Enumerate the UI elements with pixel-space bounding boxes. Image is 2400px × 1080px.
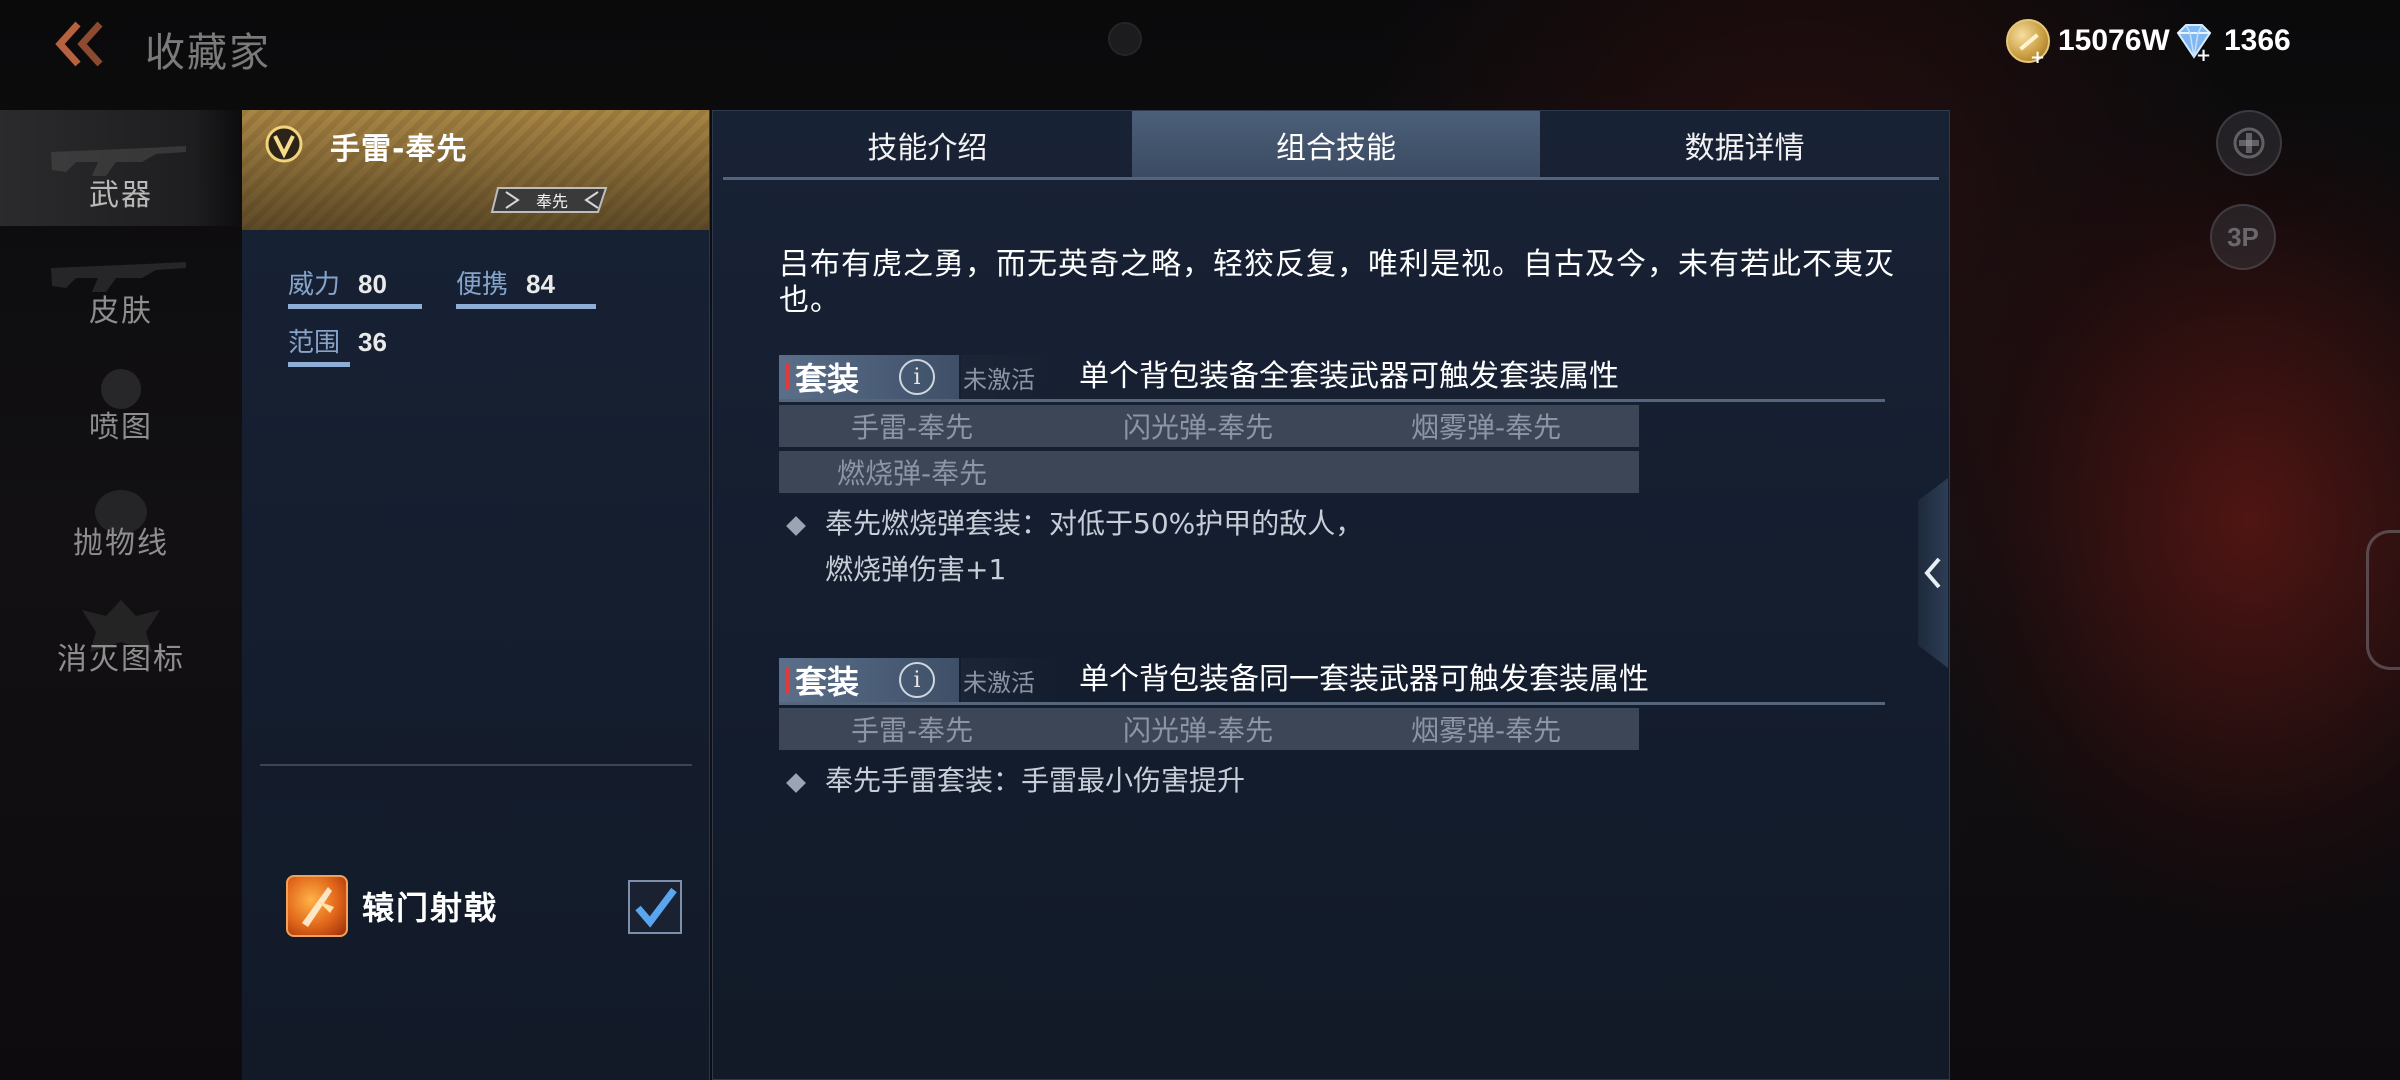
view-button-label: 3P bbox=[2227, 221, 2259, 252]
stat-label: 威力 bbox=[288, 270, 341, 300]
set-member: 手雷-奉先 bbox=[851, 714, 974, 747]
member-row: 燃烧弹-奉先 bbox=[779, 451, 1639, 493]
stat-value: 36 bbox=[358, 327, 387, 357]
stat-value: 84 bbox=[526, 269, 555, 299]
third-person-view-button[interactable]: 3P bbox=[2210, 204, 2276, 270]
set-tag-mark bbox=[785, 667, 789, 693]
weapon-name: 手雷-奉先 bbox=[330, 132, 468, 167]
set-members: 手雷-奉先 闪光弹-奉先 烟雾弹-奉先 bbox=[779, 708, 1639, 750]
bullet-diamond-icon bbox=[786, 516, 806, 536]
set-header: 套装 i 未激活 单个背包装备全套装武器可触发套装属性 bbox=[779, 355, 1885, 402]
category-weapon[interactable]: 武器 bbox=[0, 110, 242, 226]
center-dot-icon bbox=[1108, 22, 1142, 56]
set-status: 未激活 bbox=[961, 658, 1061, 702]
trait-row[interactable]: 辕门射戟 bbox=[286, 874, 682, 938]
set-status: 未激活 bbox=[961, 355, 1061, 399]
set-member: 烟雾弹-奉先 bbox=[1411, 714, 1562, 747]
dpad-icon bbox=[2233, 127, 2265, 159]
set-member: 烟雾弹-奉先 bbox=[1411, 411, 1562, 444]
weapon-header: 手雷-奉先 奉先 bbox=[242, 110, 709, 230]
checkmark-icon bbox=[635, 887, 677, 928]
category-kill-icon[interactable]: 消灭图标 bbox=[0, 574, 242, 690]
collapse-panel-tab[interactable] bbox=[1918, 478, 1948, 668]
set-rule: 单个背包装备全套装武器可触发套装属性 bbox=[1079, 359, 1619, 394]
category-label: 喷图 bbox=[89, 410, 153, 445]
stat-power: 威力 80 bbox=[288, 264, 422, 309]
category-skin[interactable]: 皮肤 bbox=[0, 226, 242, 342]
member-row: 手雷-奉先 闪光弹-奉先 烟雾弹-奉先 bbox=[779, 405, 1639, 447]
rotate-view-button[interactable] bbox=[2216, 110, 2282, 176]
info-icon[interactable]: i bbox=[899, 359, 935, 395]
category-trajectory[interactable]: 抛物线 bbox=[0, 458, 242, 574]
tab-combo-skill[interactable]: 组合技能 bbox=[1131, 111, 1541, 179]
stat-label: 范围 bbox=[288, 328, 341, 358]
set-divider bbox=[779, 702, 1885, 705]
diamond-icon: + bbox=[2176, 24, 2212, 63]
set-tag-label: 套装 bbox=[795, 360, 860, 398]
chevron-left-icon bbox=[1924, 557, 1941, 589]
edge-handle[interactable] bbox=[2366, 530, 2400, 670]
stat-range: 范围 36 bbox=[288, 322, 387, 367]
set-rule: 单个背包装备同一套装武器可触发套装属性 bbox=[1079, 662, 1649, 697]
set-member: 闪光弹-奉先 bbox=[1123, 411, 1274, 444]
tab-bar: 技能介绍 组合技能 数据详情 bbox=[723, 111, 1949, 179]
set-effect: 奉先手雷套装：手雷最小伤害提升 bbox=[779, 764, 1885, 810]
stat-value: 80 bbox=[358, 269, 387, 299]
set-tag-mark bbox=[785, 364, 789, 390]
category-label: 武器 bbox=[89, 178, 153, 213]
tab-underline bbox=[723, 177, 1939, 180]
gold-currency[interactable]: + 15076W bbox=[2006, 18, 2170, 68]
gold-amount: 15076W bbox=[2058, 24, 2170, 57]
lore-description: 吕布有虎之勇，而无英奇之略，轻狡反复，唯利是视。自古及今，未有若此不夷灭也。 bbox=[779, 247, 1895, 318]
stat-bar bbox=[288, 304, 422, 309]
set-divider bbox=[779, 399, 1885, 402]
series-tag: 奉先 bbox=[490, 182, 614, 218]
v-rank-badge-icon bbox=[265, 125, 303, 163]
trait-name: 辕门射戟 bbox=[362, 889, 499, 927]
set-block: 套装 i 未激活 单个背包装备全套装武器可触发套装属性 手雷-奉先 闪光弹-奉先… bbox=[779, 355, 1885, 599]
back-chevron-icon[interactable] bbox=[50, 20, 112, 68]
set-member: 手雷-奉先 bbox=[851, 411, 974, 444]
stat-bar bbox=[456, 304, 596, 309]
stat-label: 便携 bbox=[456, 270, 509, 300]
category-label: 消灭图标 bbox=[57, 642, 185, 677]
set-tag-label: 套装 bbox=[795, 663, 860, 701]
member-row: 手雷-奉先 闪光弹-奉先 烟雾弹-奉先 bbox=[779, 708, 1639, 750]
series-tag-label: 奉先 bbox=[535, 192, 568, 211]
set-member: 闪光弹-奉先 bbox=[1123, 714, 1274, 747]
trait-checkbox[interactable] bbox=[628, 880, 682, 934]
info-icon[interactable]: i bbox=[899, 662, 935, 698]
gem-amount: 1366 bbox=[2224, 24, 2291, 57]
svg-text:+: + bbox=[2196, 45, 2211, 63]
trait-skill-icon bbox=[286, 875, 348, 937]
set-block: 套装 i 未激活 单个背包装备同一套装武器可触发套装属性 手雷-奉先 闪光弹-奉… bbox=[779, 658, 1885, 810]
category-label: 抛物线 bbox=[73, 526, 169, 561]
tab-data-details[interactable]: 数据详情 bbox=[1540, 111, 1949, 179]
gem-currency[interactable]: + 1366 bbox=[2172, 18, 2291, 64]
stat-portability: 便携 84 bbox=[456, 264, 596, 309]
top-bar: 收藏家 + 15076W + 1366 bbox=[0, 0, 2400, 90]
set-effect: 奉先燃烧弹套装：对低于50%护甲的敌人， 燃烧弹伤害+1 bbox=[779, 507, 1885, 599]
gold-coin-icon: + bbox=[2006, 19, 2050, 68]
set-members: 手雷-奉先 闪光弹-奉先 烟雾弹-奉先 燃烧弹-奉先 bbox=[779, 405, 1639, 493]
category-sidebar: 武器 皮肤 喷图 抛物线 消灭图标 bbox=[0, 110, 242, 690]
stat-bar bbox=[288, 362, 350, 367]
bullet-diamond-icon bbox=[786, 773, 806, 793]
panel-divider bbox=[260, 764, 692, 766]
tab-skill-intro[interactable]: 技能介绍 bbox=[723, 111, 1132, 179]
weapon-info-panel: 手雷-奉先 奉先 威力 80 便携 84 范围 36 辕门射戟 bbox=[242, 110, 710, 1080]
category-label: 皮肤 bbox=[89, 294, 153, 329]
set-effect-text: 奉先手雷套装：手雷最小伤害提升 bbox=[825, 764, 1246, 797]
page-title: 收藏家 bbox=[145, 30, 271, 76]
category-spray[interactable]: 喷图 bbox=[0, 342, 242, 458]
set-header: 套装 i 未激活 单个背包装备同一套装武器可触发套装属性 bbox=[779, 658, 1885, 705]
skill-panel: 技能介绍 组合技能 数据详情 吕布有虎之勇，而无英奇之略，轻狡反复，唯利是视。自… bbox=[712, 110, 1950, 1080]
set-member: 燃烧弹-奉先 bbox=[837, 457, 988, 490]
